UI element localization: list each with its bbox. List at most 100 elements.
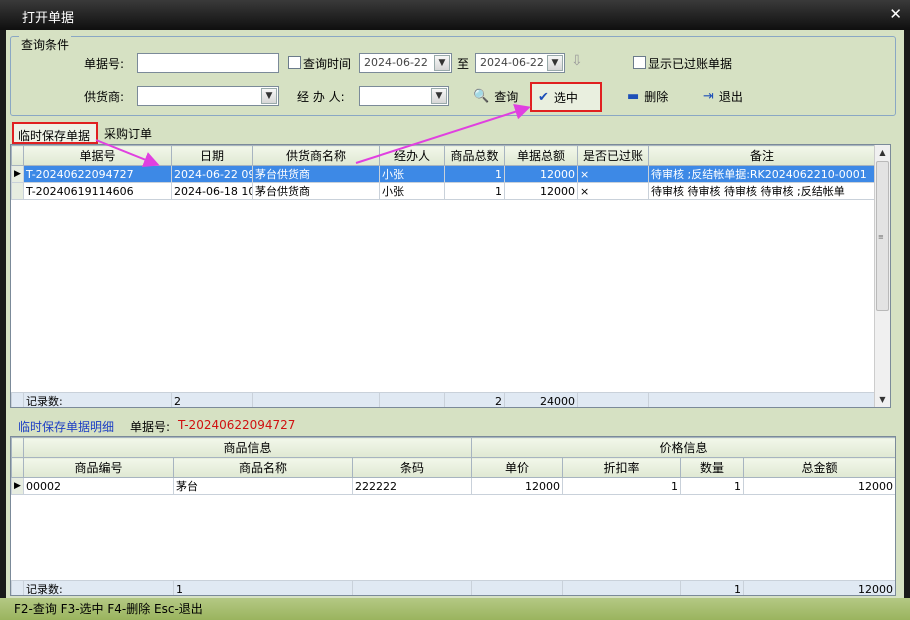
cell-note[interactable]: 待审核 ;反结帐单据:RK2024062210-0001 (648, 165, 876, 183)
cell-item-count[interactable]: 1 (444, 182, 505, 200)
title-bar: 打开单据 ✕ (0, 0, 910, 30)
col-posted[interactable]: 是否已过账 (577, 145, 649, 166)
supplier-select[interactable]: ▼ (137, 86, 279, 106)
window-title: 打开单据 (22, 11, 75, 26)
footer-amount-sum: 12000 (743, 580, 895, 595)
cell-quantity[interactable]: 1 (680, 477, 745, 495)
scroll-up-icon[interactable]: ▲ (875, 145, 890, 160)
cell-note[interactable]: 待审核 待审核 待审核 待审核 ;反结帐单 (648, 182, 876, 200)
detail-table: 商品信息 价格信息 商品编号 商品名称 条码 单价 折扣率 数量 总金额 ▶ 0… (11, 437, 895, 495)
status-bar: F2-查询 F3-选中 F4-删除 Esc-退出 (0, 598, 910, 620)
close-icon[interactable]: ✕ (889, 5, 902, 23)
col-barcode[interactable]: 条码 (351, 457, 473, 478)
search-icon: 🔍 (473, 88, 490, 104)
date-to-value: 2024-06-22 (480, 56, 544, 69)
query-legend: 查询条件 (19, 36, 72, 53)
cell-unit-price[interactable]: 12000 (471, 477, 564, 495)
col-unit-price[interactable]: 单价 (471, 457, 564, 478)
cell-amount[interactable]: 12000 (743, 477, 895, 495)
search-button[interactable]: 🔍 查询 (467, 84, 524, 108)
cell-doc-no[interactable]: T-20240622094727 (23, 165, 172, 183)
cell-date[interactable]: 2024-06-18 10 (171, 182, 253, 200)
date-from-picker[interactable]: 2024-06-22 ▼ (359, 53, 452, 73)
tab-temp-saved[interactable]: 临时保存单据 (12, 122, 98, 144)
cell-handler[interactable]: 小张 (379, 165, 445, 183)
exit-button[interactable]: ⇥ 退出 (697, 84, 749, 108)
col-discount[interactable]: 折扣率 (562, 457, 682, 478)
scroll-down-icon[interactable]: ▼ (875, 392, 890, 407)
cell-discount[interactable]: 1 (562, 477, 682, 495)
cell-product-name[interactable]: 茅台 (173, 477, 353, 495)
cell-doc-no[interactable]: T-20240619114606 (23, 182, 172, 200)
col-supplier[interactable]: 供货商名称 (252, 145, 380, 166)
doc-no-input[interactable] (137, 53, 279, 73)
chevron-down-icon[interactable]: ▼ (434, 55, 450, 71)
search-button-label: 查询 (494, 89, 519, 104)
row-indicator-header (11, 457, 24, 478)
tab-purchase-order[interactable]: 采购订单 (100, 122, 158, 144)
cell-barcode[interactable]: 222222 (351, 477, 473, 495)
col-quantity[interactable]: 数量 (680, 457, 745, 478)
footer-empty (471, 580, 563, 595)
documents-grid: 单据号 日期 供货商名称 经办人 商品总数 单据总额 是否已过账 备注 ▶ T-… (10, 144, 891, 408)
chevron-down-icon[interactable]: ▼ (431, 88, 447, 104)
minus-icon: ▬ (627, 88, 640, 104)
cell-posted[interactable]: × (577, 165, 649, 183)
show-closed-label: 显示已过账单据 (648, 57, 733, 71)
footer-count-sum: 2 (444, 392, 505, 407)
select-button-label: 选中 (553, 90, 578, 105)
select-button[interactable]: ✔ 选中 (530, 82, 602, 112)
group-product-info: 商品信息 (22, 437, 473, 458)
detail-title: 临时保存单据明细 (18, 420, 115, 434)
to-label: 至 (457, 57, 470, 71)
handler-label: 经 办 人: (297, 90, 345, 104)
query-time-label: 查询时间 (303, 57, 352, 71)
col-product-name[interactable]: 商品名称 (173, 457, 353, 478)
detail-footer-row: 记录数: 1 1 12000 (11, 580, 895, 595)
col-doc-no[interactable]: 单据号 (23, 145, 172, 166)
detail-doc-no-label: 单据号: (130, 420, 171, 434)
table-row[interactable]: ▶ T-20240622094727 2024-06-22 09 茅台供货商 小… (11, 165, 876, 183)
show-closed-checkbox[interactable] (633, 56, 646, 69)
query-conditions-group: 查询条件 单据号: 查询时间 2024-06-22 ▼ 至 2024-06-22… (10, 36, 896, 116)
dialog-window: 打开单据 ✕ 查询条件 单据号: 查询时间 2024-06-22 ▼ 至 202… (0, 0, 910, 620)
exit-button-label: 退出 (718, 89, 743, 104)
documents-header-row: 单据号 日期 供货商名称 经办人 商品总数 单据总额 是否已过账 备注 (11, 145, 876, 166)
col-amount[interactable]: 总金额 (743, 457, 895, 478)
footer-qty-sum: 1 (680, 580, 744, 595)
cell-product-code[interactable]: 00002 (23, 477, 174, 495)
handler-select[interactable]: ▼ (359, 86, 449, 106)
cell-item-count[interactable]: 1 (444, 165, 505, 183)
cell-date[interactable]: 2024-06-22 09 (171, 165, 253, 183)
cell-total[interactable]: 12000 (504, 165, 578, 183)
cell-total[interactable]: 12000 (504, 182, 578, 200)
chevron-down-icon[interactable]: ▼ (547, 55, 563, 71)
row-indicator (11, 182, 24, 200)
chevron-down-icon[interactable]: ▼ (261, 88, 277, 104)
documents-table: 单据号 日期 供货商名称 经办人 商品总数 单据总额 是否已过账 备注 ▶ T-… (11, 145, 876, 200)
documents-scrollbar[interactable]: ▲ ≡ ▼ (874, 145, 890, 407)
table-row[interactable]: T-20240619114606 2024-06-18 10 茅台供货商 小张 … (11, 182, 876, 200)
cell-posted[interactable]: × (577, 182, 649, 200)
cell-handler[interactable]: 小张 (379, 182, 445, 200)
query-time-checkbox[interactable] (288, 56, 301, 69)
table-row[interactable]: ▶ 00002 茅台 222222 12000 1 1 12000 (11, 477, 895, 495)
footer-indicator (11, 580, 24, 595)
delete-button[interactable]: ▬ 删除 (621, 84, 674, 108)
col-handler[interactable]: 经办人 (379, 145, 445, 166)
col-date[interactable]: 日期 (171, 145, 253, 166)
cell-supplier[interactable]: 茅台供货商 (252, 182, 380, 200)
date-from-value: 2024-06-22 (364, 56, 428, 69)
detail-doc-no-value: T-20240622094727 (178, 418, 296, 432)
col-item-count[interactable]: 商品总数 (444, 145, 505, 166)
checkmark-icon: ✔ (538, 89, 549, 105)
documents-footer-row: 记录数: 2 2 24000 (11, 392, 876, 407)
cell-supplier[interactable]: 茅台供货商 (252, 165, 380, 183)
row-indicator-header (11, 437, 24, 458)
date-to-picker[interactable]: 2024-06-22 ▼ (475, 53, 565, 73)
col-product-code[interactable]: 商品编号 (23, 457, 174, 478)
footer-records-count: 1 (173, 580, 353, 595)
doc-no-label: 单据号: (84, 57, 125, 71)
col-note[interactable]: 备注 (648, 145, 876, 166)
col-total[interactable]: 单据总额 (504, 145, 578, 166)
